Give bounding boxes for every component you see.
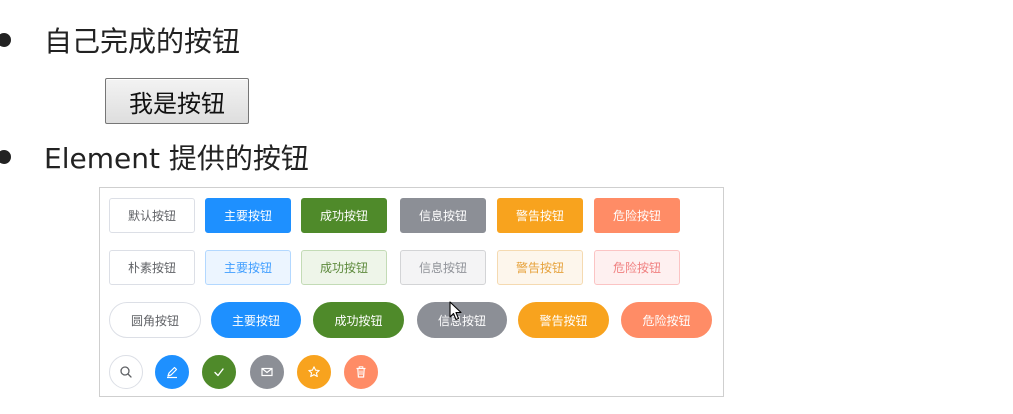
- default-button[interactable]: 默认按钮: [109, 198, 195, 233]
- circle-check-button[interactable]: [202, 355, 236, 389]
- circle-delete-button[interactable]: [344, 355, 378, 389]
- message-icon: [261, 367, 273, 377]
- danger-button[interactable]: 危险按钮: [594, 198, 680, 233]
- info-button[interactable]: 信息按钮: [400, 198, 486, 233]
- check-icon: [214, 368, 224, 377]
- circle-message-button[interactable]: [250, 355, 284, 389]
- delete-icon: [356, 366, 366, 378]
- plain-success-button[interactable]: 成功按钮: [301, 250, 387, 285]
- bullet-item-element: Element 提供的按钮: [0, 137, 309, 177]
- circle-star-button[interactable]: [297, 355, 331, 389]
- plain-info-button[interactable]: 信息按钮: [400, 250, 486, 285]
- bullet-text: 自己完成的按钮: [44, 25, 241, 58]
- round-primary-button[interactable]: 主要按钮: [211, 302, 301, 338]
- plain-warning-button[interactable]: 警告按钮: [497, 250, 583, 285]
- success-button[interactable]: 成功按钮: [301, 198, 387, 233]
- mouse-cursor-icon: [449, 301, 462, 321]
- bullet-item-custom: 自己完成的按钮: [0, 20, 240, 60]
- round-danger-button[interactable]: 危险按钮: [621, 302, 712, 338]
- circle-search-button[interactable]: [109, 355, 143, 389]
- plain-danger-button[interactable]: 危险按钮: [594, 250, 680, 285]
- round-default-button[interactable]: 圆角按钮: [109, 302, 201, 338]
- bullet-dot: [0, 33, 11, 47]
- plain-primary-button[interactable]: 主要按钮: [205, 250, 291, 285]
- star-icon: [308, 366, 320, 378]
- native-button[interactable]: 我是按钮: [105, 78, 249, 124]
- warning-button[interactable]: 警告按钮: [497, 198, 583, 233]
- bullet-text: Element 提供的按钮: [44, 142, 309, 175]
- round-success-button[interactable]: 成功按钮: [313, 302, 404, 338]
- edit-icon: [167, 366, 178, 379]
- primary-button[interactable]: 主要按钮: [205, 198, 291, 233]
- round-warning-button[interactable]: 警告按钮: [518, 302, 609, 338]
- element-button-demo-panel: 默认按钮 主要按钮 成功按钮 信息按钮 警告按钮 危险按钮 朴素按钮 主要按钮 …: [99, 187, 724, 397]
- search-icon: [120, 366, 132, 378]
- bullet-dot: [0, 150, 11, 164]
- plain-default-button[interactable]: 朴素按钮: [109, 250, 195, 285]
- circle-edit-button[interactable]: [155, 355, 189, 389]
